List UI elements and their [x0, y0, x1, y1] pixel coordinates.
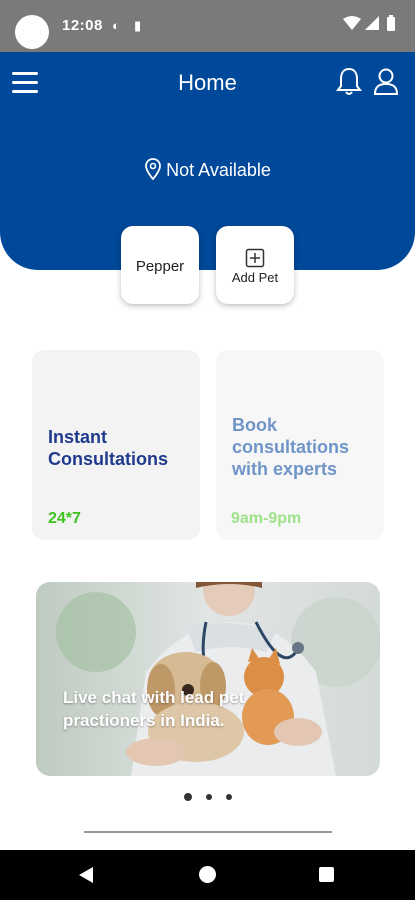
carousel-dot[interactable] [205, 793, 212, 800]
data-saver-icon: ◐ [112, 18, 120, 33]
home-icon[interactable] [199, 866, 216, 883]
status-time: 12:08 [62, 17, 103, 34]
location-pin-icon [145, 158, 162, 181]
consultation-title: Instant Consultations [48, 427, 168, 469]
status-icons [343, 14, 403, 37]
pet-name: Pepper [135, 258, 185, 275]
user-icon [373, 68, 399, 95]
back-icon[interactable] [78, 866, 94, 884]
home-indicator-bar [84, 831, 332, 833]
signal-battery-icon [343, 15, 395, 31]
carousel-indicator [0, 788, 415, 806]
add-pet-label: Add Pet [231, 270, 279, 285]
promo-banner[interactable]: Live chat with lead pet practioners in I… [36, 582, 380, 776]
consultation-hours: 9am-9pm [231, 510, 302, 527]
location-row[interactable]: Not Available [0, 158, 415, 181]
carousel-dot[interactable] [225, 793, 232, 800]
consultation-title: Book consultations with experts [232, 415, 350, 479]
pet-card-pepper[interactable]: Pepper [121, 226, 199, 304]
profile-button[interactable] [372, 66, 400, 101]
status-bar: 12:08 ◐ ▮ [0, 0, 415, 52]
location-text: Not Available [166, 160, 271, 180]
recent-apps-icon[interactable] [319, 867, 334, 882]
plus-square-icon [245, 248, 265, 268]
system-navigation-bar [0, 850, 415, 900]
carousel-dot-active[interactable] [183, 792, 192, 801]
vet-with-pets-image [36, 582, 380, 776]
instant-consultation-card[interactable]: Instant Consultations 24*7 [32, 350, 200, 540]
book-consultation-card[interactable]: Book consultations with experts 9am-9pm [216, 350, 384, 540]
status-camera-dot [15, 15, 49, 49]
consultation-hours: 24*7 [48, 510, 81, 527]
banner-caption: Live chat with lead pet practioners in I… [63, 688, 245, 730]
sim-card-icon: ▮ [134, 18, 142, 33]
add-pet-button[interactable]: Add Pet [216, 226, 294, 304]
bell-icon [336, 67, 362, 95]
notifications-button[interactable] [336, 66, 362, 101]
